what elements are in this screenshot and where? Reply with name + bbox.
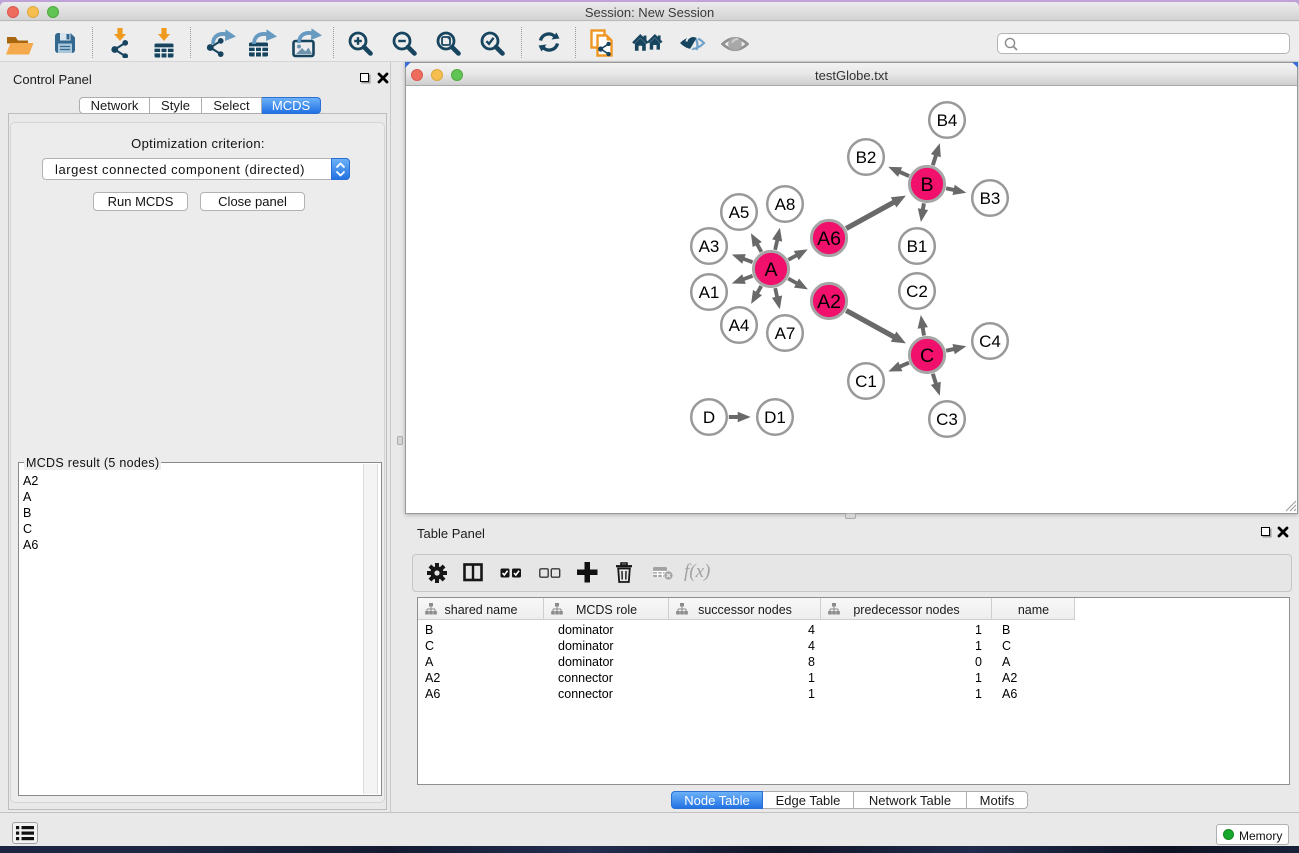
svg-text:A3: A3 [699, 237, 720, 256]
svg-text:B3: B3 [980, 189, 1001, 208]
svg-text:A2: A2 [817, 291, 841, 313]
svg-text:C: C [920, 345, 934, 367]
svg-text:B4: B4 [937, 111, 958, 130]
svg-text:A1: A1 [699, 283, 720, 302]
svg-text:A6: A6 [817, 228, 841, 250]
svg-text:D: D [703, 408, 715, 427]
svg-text:B: B [920, 174, 933, 196]
svg-text:D1: D1 [764, 408, 786, 427]
svg-text:A8: A8 [775, 195, 796, 214]
svg-text:C4: C4 [979, 332, 1001, 351]
svg-text:A7: A7 [775, 324, 796, 343]
svg-text:A: A [764, 259, 777, 281]
svg-text:C3: C3 [936, 410, 958, 429]
svg-text:A4: A4 [729, 316, 750, 335]
svg-text:A5: A5 [729, 203, 750, 222]
svg-text:C1: C1 [855, 372, 877, 391]
svg-text:C2: C2 [906, 282, 928, 301]
svg-text:B1: B1 [907, 237, 928, 256]
svg-text:B2: B2 [856, 148, 877, 167]
